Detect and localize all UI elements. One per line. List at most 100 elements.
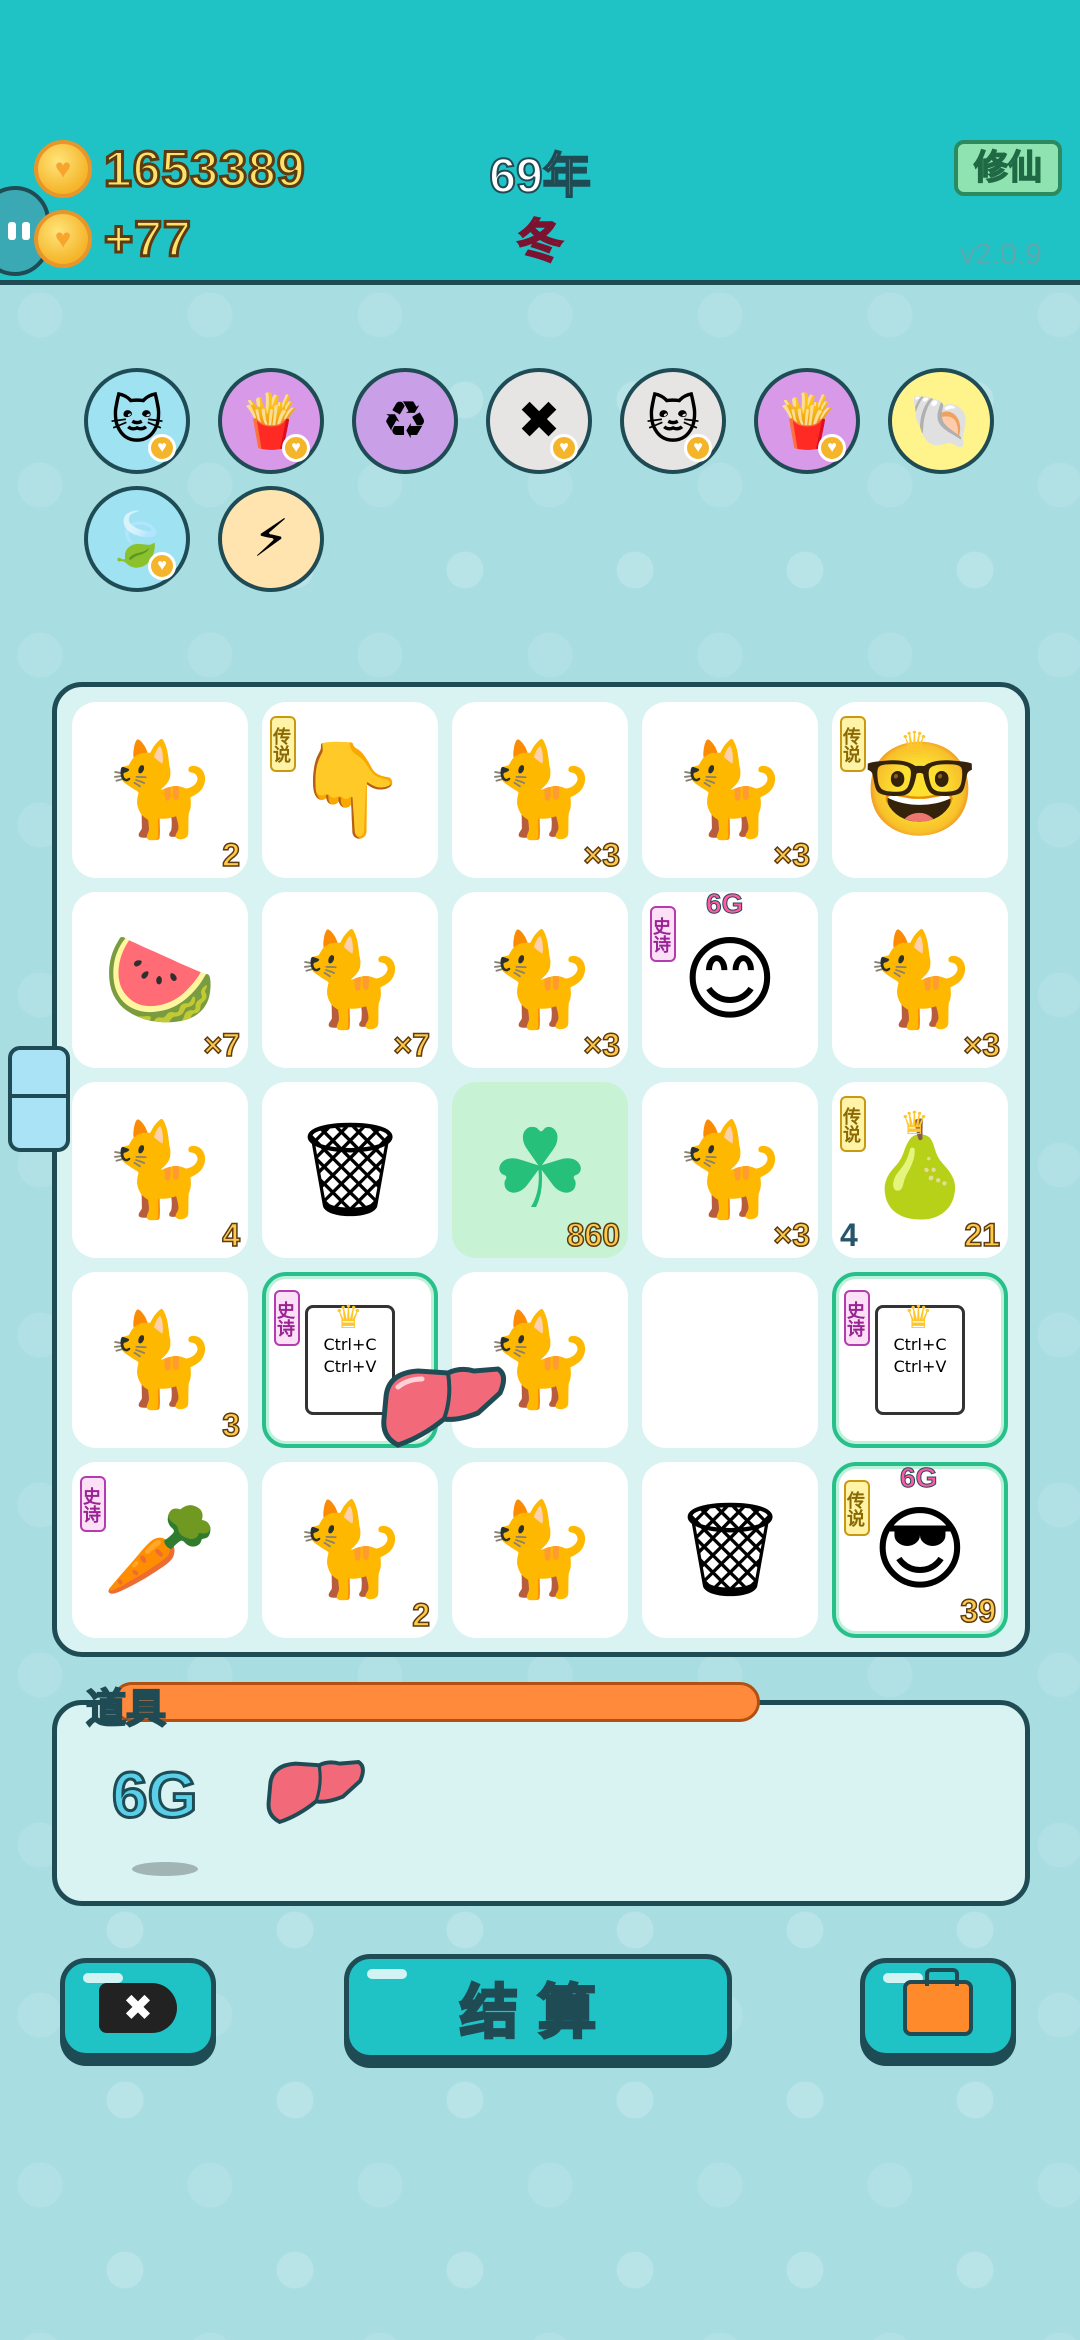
coin-total: 1653389 <box>103 140 307 199</box>
recycle-skill-icon[interactable]: ♻ <box>352 368 458 474</box>
cat-icon: 🐈 <box>862 929 978 1031</box>
epic-tag: 史诗 <box>80 1476 106 1532</box>
lightning-skill-icon[interactable]: ⚡ <box>218 486 324 592</box>
cell-count: ×3 <box>583 836 621 874</box>
board-cell-cat-icon[interactable]: 🐈 2 <box>72 702 248 878</box>
cell-count: 21 <box>964 1216 1001 1254</box>
fridge-icon[interactable] <box>8 1046 70 1152</box>
season-label: 冬 <box>516 214 564 268</box>
cell-count: ×7 <box>203 1026 241 1064</box>
heart-coin-badge-icon: ♥ <box>148 552 176 580</box>
cultivation-button[interactable]: 修仙 <box>954 140 1062 196</box>
cell-count: 860 <box>566 1216 621 1254</box>
epic-tag: 史诗 <box>844 1290 870 1346</box>
cell-count: ×3 <box>773 836 811 874</box>
board-cell-golden-pear-icon[interactable]: ♛ 🍐 传说 21 4 <box>832 1082 1008 1258</box>
cell-count: 39 <box>960 1592 997 1630</box>
board-cell-red-hat-face-icon[interactable]: 😊 史诗 6G <box>642 888 818 1068</box>
items-panel <box>52 1700 1030 1906</box>
trash-bag-icon: 🗑 <box>291 1119 409 1221</box>
cell-left-count: 4 <box>840 1217 858 1253</box>
pointing-hand-icon: 👇 <box>292 739 408 841</box>
cat-icon: 🐈 <box>482 739 598 841</box>
board-cell-cat-icon[interactable]: 🐈 4 <box>72 1082 248 1258</box>
item-shadow <box>132 1862 198 1876</box>
fries-skill-icon-2[interactable]: 🍟 ♥ <box>754 368 860 474</box>
legendary-tag: 传说 <box>270 716 296 772</box>
cat-icon: 🐈 <box>102 739 218 841</box>
legendary-tag: 传说 <box>844 1480 870 1536</box>
epic-tag: 史诗 <box>274 1290 300 1346</box>
items-title-bar <box>112 1682 760 1722</box>
6g-item-icon[interactable]: 6G <box>110 1758 198 1833</box>
cell-6g-label: 6G <box>705 888 744 920</box>
cats-coin-skill-icon[interactable]: 🐱 ♥ <box>620 368 726 474</box>
year-label: 69年 <box>488 149 591 204</box>
heart-coin-badge-icon: ♥ <box>818 434 846 462</box>
crown-icon: ♛ <box>900 725 929 761</box>
cat-icon: 🐈 <box>102 1119 218 1221</box>
board-cell-cat-icon[interactable]: 🐈 ×3 <box>832 892 1008 1068</box>
shell-skill-icon[interactable]: 🐚 <box>888 368 994 474</box>
board-cell-cat-icon[interactable]: 🐈 3 <box>72 1272 248 1448</box>
settle-label: 结算 <box>458 1979 616 2047</box>
cat-icon: 🐈 <box>672 739 788 841</box>
heart-coin-badge-icon: ♥ <box>550 434 578 462</box>
crown-icon: ♛ <box>334 1299 363 1335</box>
board-cell-cat-icon[interactable]: 🐈 ×3 <box>452 892 628 1068</box>
board-cell-cat-icon[interactable]: 🐈 ×3 <box>452 702 628 878</box>
leaf-skill-icon[interactable]: 🍃 ♥ <box>84 486 190 592</box>
cat-icon: 🐈 <box>292 1499 408 1601</box>
settle-button[interactable]: 结算 <box>344 1954 732 2060</box>
liver-icon[interactable] <box>378 1363 510 1451</box>
board-cell-copy-paste-icon[interactable]: ♛ Ctrl+C Ctrl+V 史诗 <box>832 1272 1008 1448</box>
briefcase-icon <box>903 1968 973 2036</box>
income-coin-icon <box>34 210 92 268</box>
red-hat-face-icon: 😊 <box>682 929 778 1031</box>
heart-coin-badge-icon: ♥ <box>148 434 176 462</box>
board-cell-empty-cell[interactable] <box>642 1272 818 1448</box>
delete-tag-skill-icon[interactable]: ✖ ♥ <box>486 368 592 474</box>
remove-button[interactable]: ✖ <box>60 1958 216 2058</box>
coin-income: +77 <box>103 210 193 269</box>
board-cell-cat-icon[interactable]: 🐈 ×7 <box>262 892 438 1068</box>
epic-tag: 史诗 <box>650 906 676 962</box>
board-cell-cat-icon[interactable]: 🐈 ×3 <box>642 1082 818 1258</box>
board-cell-king-face-icon[interactable]: ♛ 🤓 传说 <box>832 702 1008 878</box>
bag-button[interactable] <box>860 1958 1016 2058</box>
board-cell-trash-bag-icon[interactable]: 🗑 <box>262 1082 438 1258</box>
cell-count: 2 <box>411 1596 430 1634</box>
cell-count: ×3 <box>773 1216 811 1254</box>
cell-count: ×3 <box>583 1026 621 1064</box>
clover-pile-icon: ☘ <box>490 1108 590 1231</box>
board-cell-pointing-hand-icon[interactable]: 👇 传说 <box>262 702 438 878</box>
board-cell-cat-icon[interactable]: 🐈 2 <box>262 1462 438 1638</box>
button-shine <box>367 1969 407 1979</box>
cat-skill-icon[interactable]: 🐱 ♥ <box>84 368 190 474</box>
heart-coin-badge-icon: ♥ <box>282 434 310 462</box>
cell-count: 4 <box>221 1216 240 1254</box>
board-cell-cat-icon[interactable]: 🐈 ×3 <box>642 702 818 878</box>
carrot-icon: 🥕 <box>102 1499 218 1601</box>
liver-item-icon[interactable] <box>264 1756 368 1828</box>
heart-coin-badge-icon: ♥ <box>684 434 712 462</box>
version-label: v2.0.9 <box>960 238 1042 271</box>
cell-6g-label: 6G <box>899 1462 938 1494</box>
fries-skill-icon[interactable]: 🍟 ♥ <box>218 368 324 474</box>
board-cell-trash-bag-icon[interactable]: 🗑 <box>642 1462 818 1638</box>
board-cell-cat-icon[interactable]: 🐈 <box>452 1462 628 1638</box>
cell-count: ×7 <box>393 1026 431 1064</box>
board-cell-carrot-icon[interactable]: 🥕 史诗 <box>72 1462 248 1638</box>
cell-count: 2 <box>221 836 240 874</box>
sunglasses-man-icon: 😎 <box>872 1499 968 1601</box>
board-cell-watermelon-icon[interactable]: 🍉 ×7 <box>72 892 248 1068</box>
board-cell-clover-pile-icon[interactable]: ☘ 860 <box>452 1082 628 1258</box>
crown-icon: ♛ <box>904 1299 933 1335</box>
cell-count: 3 <box>221 1406 240 1444</box>
items-title: 道具 <box>85 1686 167 1732</box>
trash-bag-icon: 🗑 <box>671 1499 789 1601</box>
board-cell-sunglasses-man-icon[interactable]: 😎 传说 6G 39 <box>832 1462 1008 1638</box>
top-status-bar: 1653389 +77 69年 冬 修仙 v2.0.9 <box>0 0 1080 285</box>
crown-icon: ♛ <box>900 1105 929 1141</box>
watermelon-icon: 🍉 <box>102 929 218 1031</box>
